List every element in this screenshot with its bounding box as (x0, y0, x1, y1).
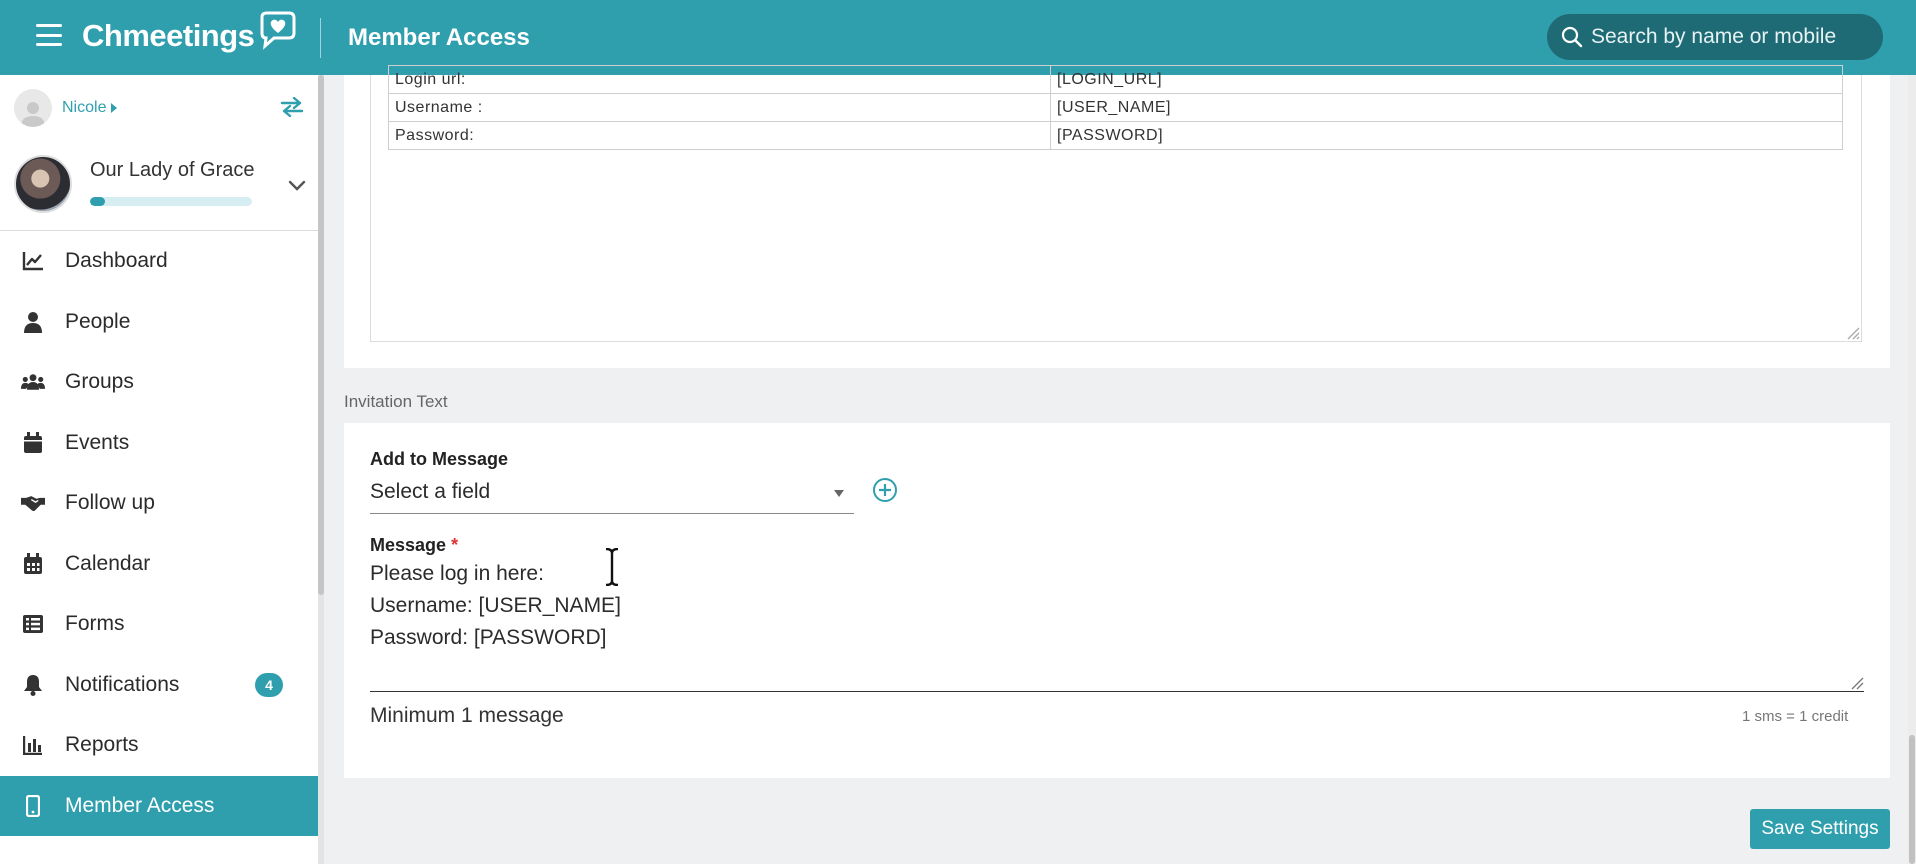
message-line: Please log in here: (370, 562, 544, 585)
main-scrollbar-thumb[interactable] (1909, 735, 1915, 864)
main-scrollbar[interactable] (1908, 75, 1916, 864)
sidebar-item-label: Follow up (65, 491, 155, 515)
table-cell-label: Login url: (388, 65, 1051, 94)
message-label: Message * (370, 535, 458, 556)
sms-credit-note: 1 sms = 1 credit (1742, 708, 1849, 725)
list-icon (21, 612, 45, 636)
search-icon (1561, 26, 1583, 48)
sidebar-item-reports[interactable]: Reports (0, 715, 318, 776)
sidebar-item-forms[interactable]: Forms (0, 594, 318, 655)
field-select[interactable]: Select a field (370, 474, 854, 514)
invitation-section-label: Invitation Text (344, 392, 448, 411)
text-cursor-icon (604, 547, 620, 591)
sidebar-nav: Dashboard People Groups Events Follow up (0, 231, 318, 836)
users-icon (21, 370, 45, 394)
sidebar-item-events[interactable]: Events (0, 413, 318, 474)
page-title: Member Access (348, 24, 530, 51)
sidebar-item-label: Dashboard (65, 249, 168, 273)
person-icon (21, 310, 45, 334)
sidebar-item-label: Calendar (65, 551, 151, 575)
table-cell-value: [PASSWORD] (1050, 121, 1843, 150)
table-row: Username : [USER_NAME] (388, 93, 1843, 122)
search-box[interactable] (1547, 14, 1883, 60)
handshake-icon (21, 491, 45, 515)
sidebar-item-label: Notifications (65, 672, 180, 696)
person-placeholder-icon (21, 102, 45, 127)
church-name: Our Lady of Grace (90, 159, 255, 181)
required-mark: * (451, 535, 459, 555)
chat-heart-icon (260, 11, 296, 50)
table-cell-label: Username : (388, 93, 1051, 122)
minimum-message-note: Minimum 1 message (370, 704, 564, 727)
sidebar-item-label: Member Access (65, 793, 215, 817)
church-avatar (14, 155, 72, 213)
sidebar-item-label: Forms (65, 612, 125, 636)
table-row: Password: [PASSWORD] (388, 121, 1843, 150)
field-select-value: Select a field (370, 480, 491, 503)
sidebar-item-member-access[interactable]: Member Access (0, 775, 318, 836)
chart-line-icon (21, 249, 45, 273)
plus-circle-icon (873, 478, 897, 502)
message-line: Username: [USER_NAME] (370, 594, 621, 617)
church-progress-fill (90, 197, 105, 206)
bar-chart-icon (21, 733, 45, 757)
sidebar-item-label: Reports (65, 733, 139, 757)
sidebar-item-label: Groups (65, 370, 134, 394)
add-field-button[interactable] (872, 477, 898, 508)
table-cell-label: Password: (388, 121, 1051, 150)
user-name: Nicole (62, 99, 107, 116)
search-input[interactable] (1591, 25, 1881, 49)
calendar-icon (21, 431, 45, 455)
mobile-icon (21, 794, 45, 818)
menu-icon[interactable] (36, 24, 62, 46)
login-details-table: Login url: [LOGIN_URL] Username : [USER_… (388, 65, 1843, 150)
sidebar-item-follow-up[interactable]: Follow up (0, 473, 318, 534)
caret-down-icon (834, 490, 844, 497)
message-textarea[interactable]: Please log in here: Username: [USER_NAME… (370, 558, 1864, 692)
bell-icon (21, 673, 45, 697)
church-progress-bar (90, 197, 252, 206)
sidebar-scrollbar[interactable] (318, 75, 324, 864)
top-bar: Chmeetings Member Access (0, 0, 1916, 75)
sidebar-item-notifications[interactable]: Notifications 4 (0, 655, 318, 716)
notification-count-badge: 4 (255, 672, 283, 697)
textarea-resize-handle[interactable] (1850, 676, 1864, 695)
user-avatar (14, 89, 52, 127)
sidebar-item-calendar[interactable]: Calendar (0, 534, 318, 595)
editor-resize-handle[interactable] (1846, 326, 1860, 345)
message-line: Password: [PASSWORD] (370, 626, 607, 649)
sidebar-item-dashboard[interactable]: Dashboard (0, 231, 318, 292)
caret-right-icon (111, 103, 118, 113)
table-row: Login url: [LOGIN_URL] (388, 65, 1843, 94)
sidebar-scrollbar-thumb[interactable] (318, 75, 324, 595)
save-settings-button[interactable]: Save Settings (1750, 809, 1890, 849)
sidebar: Nicole Our Lady of Grace Dashboard Peopl… (0, 75, 318, 864)
header-divider (320, 18, 321, 58)
app-name: Chmeetings (82, 18, 255, 53)
sidebar-item-groups[interactable]: Groups (0, 352, 318, 413)
add-to-message-label: Add to Message (370, 449, 509, 469)
sidebar-item-people[interactable]: People (0, 292, 318, 353)
table-cell-value: [LOGIN_URL] (1050, 65, 1843, 94)
chevron-down-icon[interactable] (288, 179, 306, 197)
table-cell-value: [USER_NAME] (1050, 93, 1843, 122)
calendar-grid-icon (21, 552, 45, 576)
switch-arrows-icon[interactable] (280, 96, 304, 122)
message-label-text: Message (370, 535, 447, 555)
user-menu[interactable]: Nicole (14, 89, 118, 127)
sidebar-item-label: Events (65, 430, 130, 454)
sidebar-item-label: People (65, 309, 131, 333)
app-logo[interactable]: Chmeetings (82, 11, 298, 54)
